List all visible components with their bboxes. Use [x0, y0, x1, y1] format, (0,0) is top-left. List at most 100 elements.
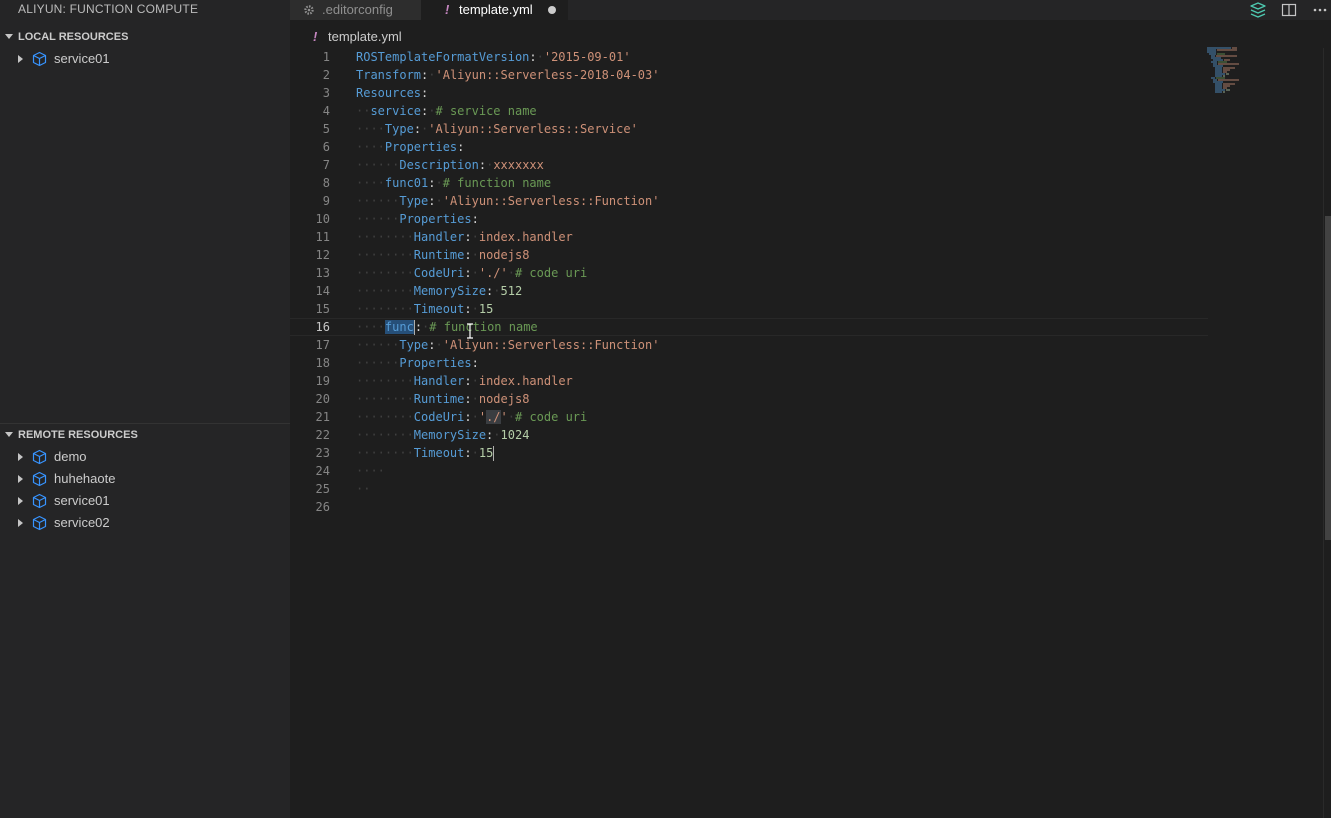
remote-item-service01[interactable]: service01 — [0, 490, 290, 512]
yaml-key: service — [370, 104, 422, 118]
cube-icon — [32, 51, 47, 67]
yaml-value: index.handler — [478, 374, 573, 388]
tab-bar: .editorconfig ! template.yml — [290, 0, 1331, 20]
yaml-value: 'Aliyun::Serverless::Function' — [442, 194, 660, 208]
split-editor-icon[interactable] — [1280, 1, 1298, 19]
tree-item-label: service01 — [54, 51, 110, 66]
code-line: 23 ········Timeout:·15 — [290, 444, 1208, 462]
line-number: 2 — [322, 68, 330, 82]
yaml-number: 512 — [500, 284, 523, 298]
cube-icon — [32, 515, 47, 531]
yaml-number: 15 — [478, 446, 494, 460]
code-line-current: 16 ····func:·# function name — [290, 318, 1208, 336]
remote-item-service02[interactable]: service02 — [0, 512, 290, 534]
stack-icon[interactable] — [1249, 1, 1267, 19]
remote-item-demo[interactable]: demo — [0, 446, 290, 468]
line-number: 3 — [322, 86, 330, 100]
expand-icon — [18, 453, 23, 461]
yaml-key: CodeUri — [413, 266, 465, 280]
cube-icon — [32, 471, 47, 487]
line-number: 10 — [315, 212, 330, 226]
yaml-value: 'Aliyun::Serverless::Service' — [428, 122, 638, 136]
expand-icon — [18, 475, 23, 483]
code-line: 2 Transform:·'Aliyun::Serverless-2018-04-… — [290, 66, 1208, 84]
minimap[interactable] — [1207, 47, 1257, 97]
line-number: 11 — [315, 230, 330, 244]
scrollbar-thumb[interactable] — [1325, 216, 1331, 540]
yaml-key: Type — [384, 122, 414, 136]
code-line: 6 ····Properties: — [290, 138, 1208, 156]
local-resources-header[interactable]: LOCAL RESOURCES — [0, 26, 290, 48]
yaml-key: MemorySize — [413, 428, 487, 442]
yaml-key: ROSTemplateFormatVersion — [356, 50, 530, 64]
more-actions-icon[interactable] — [1311, 1, 1329, 19]
sidebar-title: ALIYUN: FUNCTION COMPUTE — [18, 2, 199, 16]
code-line: 21 ········CodeUri:·'./'·# code uri — [290, 408, 1208, 426]
line-number: 21 — [315, 410, 330, 424]
yaml-key: Transform — [356, 68, 422, 82]
yaml-key: Properties — [399, 356, 472, 370]
yaml-value: index.handler — [478, 230, 573, 244]
line-number: 17 — [315, 338, 330, 352]
code-line: 19 ········Handler:·index.handler — [290, 372, 1208, 390]
line-number: 8 — [322, 176, 330, 190]
code-line: 22 ········MemorySize:·1024 — [290, 426, 1208, 444]
expand-icon — [18, 497, 23, 505]
unsaved-dot-icon[interactable] — [548, 6, 556, 14]
code-line: 18 ······Properties: — [290, 354, 1208, 372]
remote-item-huhehaote[interactable]: huhehaote — [0, 468, 290, 490]
yaml-key: Type — [399, 194, 429, 208]
yaml-key: Handler — [413, 374, 465, 388]
yaml-value: './' — [478, 266, 508, 280]
yaml-value: 'Aliyun::Serverless-2018-04-03' — [435, 68, 660, 82]
breadcrumb-file[interactable]: template.yml — [328, 28, 402, 46]
yaml-number: 15 — [478, 302, 494, 316]
tree-item-label: demo — [54, 449, 87, 464]
code-line: 1 ROSTemplateFormatVersion:·'2015-09-01' — [290, 48, 1208, 66]
line-number: 14 — [315, 284, 330, 298]
yaml-comment: # code uri — [514, 266, 588, 280]
yaml-key: Type — [399, 338, 429, 352]
yaml-value: '2015-09-01' — [543, 50, 631, 64]
code-line: 10 ······Properties: — [290, 210, 1208, 228]
yaml-comment: # function name — [442, 176, 552, 190]
line-number: 13 — [315, 266, 330, 280]
yaml-key: Handler — [413, 230, 465, 244]
yaml-value-quote: ' — [478, 410, 487, 424]
explorer-sidebar: ALIYUN: FUNCTION COMPUTE LOCAL RESOURCES… — [0, 0, 290, 818]
remote-resources-header[interactable]: REMOTE RESOURCES — [0, 424, 290, 446]
code-line: 13 ········CodeUri:·'./'·# code uri — [290, 264, 1208, 282]
tab-label: template.yml — [459, 2, 533, 17]
yaml-key: func01 — [384, 176, 429, 190]
cube-icon — [32, 449, 47, 465]
yaml-key: Properties — [399, 212, 472, 226]
tree-item-label: service01 — [54, 493, 110, 508]
yaml-value: nodejs8 — [478, 248, 530, 262]
code-line: 24 ···· — [290, 462, 1208, 480]
code-line: 8 ····func01:·# function name — [290, 174, 1208, 192]
code-line: 14 ········MemorySize:·512 — [290, 282, 1208, 300]
yaml-comment: # function name — [429, 320, 538, 334]
tab-label: .editorconfig — [322, 2, 393, 17]
code-line: 11 ········Handler:·index.handler — [290, 228, 1208, 246]
yaml-exclamation-icon: ! — [313, 29, 318, 44]
code-line: 20 ········Runtime:·nodejs8 — [290, 390, 1208, 408]
local-item-service01[interactable]: service01 — [0, 48, 290, 70]
line-number: 15 — [315, 302, 330, 316]
line-number: 6 — [322, 140, 330, 154]
tab-editorconfig[interactable]: .editorconfig — [290, 0, 421, 20]
code-line: 9 ······Type:·'Aliyun::Serverless::Functi… — [290, 192, 1208, 210]
code-line: 26 — [290, 498, 1208, 516]
line-number: 9 — [322, 194, 330, 208]
cube-icon — [32, 493, 47, 509]
section-label: LOCAL RESOURCES — [18, 31, 129, 43]
code-line: 17 ······Type:·'Aliyun::Serverless::Funct… — [290, 336, 1208, 354]
yaml-value-quote: ' — [500, 410, 508, 424]
collapse-icon — [5, 432, 13, 437]
tab-template-yml[interactable]: ! template.yml — [421, 0, 568, 20]
code-editor[interactable]: 1 ROSTemplateFormatVersion:·'2015-09-01' … — [290, 48, 1331, 818]
line-number: 23 — [315, 446, 330, 460]
yaml-value: 'Aliyun::Serverless::Function' — [442, 338, 660, 352]
yaml-key: Resources — [356, 86, 422, 100]
code-line: 5 ····Type:·'Aliyun::Serverless::Service' — [290, 120, 1208, 138]
